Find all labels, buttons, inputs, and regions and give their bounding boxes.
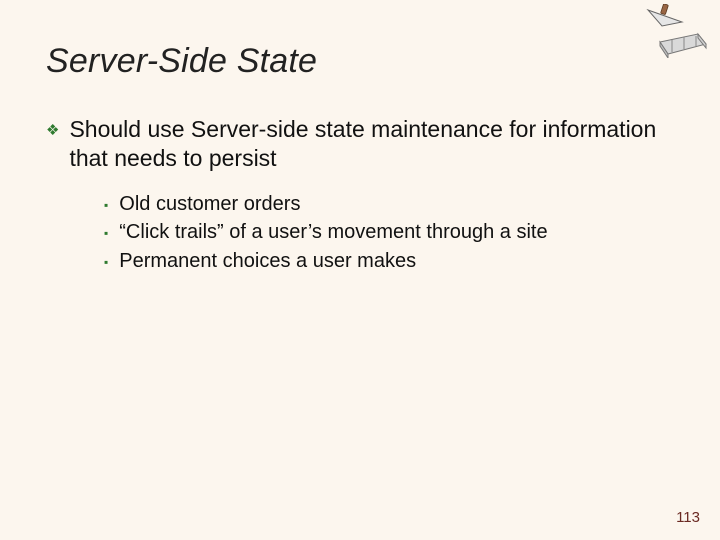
bullet-level2: ▪ Old customer orders — [104, 190, 674, 218]
slide-title: Server-Side State — [46, 42, 674, 81]
bullet-level2-list: ▪ Old customer orders ▪ “Click trails” o… — [104, 190, 674, 275]
bullet-level1: ❖ Should use Server-side state maintenan… — [46, 115, 674, 174]
diamond-bullet-icon: ❖ — [46, 121, 59, 140]
bullet-level2-text: Permanent choices a user makes — [119, 247, 416, 275]
bullet-level2-text: Old customer orders — [119, 190, 300, 218]
bullet-level2: ▪ Permanent choices a user makes — [104, 247, 674, 275]
slide: Server-Side State ❖ Should use Server-si… — [0, 0, 720, 540]
bullet-level2: ▪ “Click trails” of a user’s movement th… — [104, 218, 674, 246]
bullet-level2-text: “Click trails” of a user’s movement thro… — [119, 218, 547, 246]
page-number: 113 — [676, 509, 700, 526]
square-bullet-icon: ▪ — [104, 254, 108, 271]
square-bullet-icon: ▪ — [104, 197, 108, 214]
square-bullet-icon: ▪ — [104, 225, 108, 242]
trowel-brick-icon — [638, 4, 710, 58]
bullet-level1-text: Should use Server-side state maintenance… — [69, 115, 674, 174]
